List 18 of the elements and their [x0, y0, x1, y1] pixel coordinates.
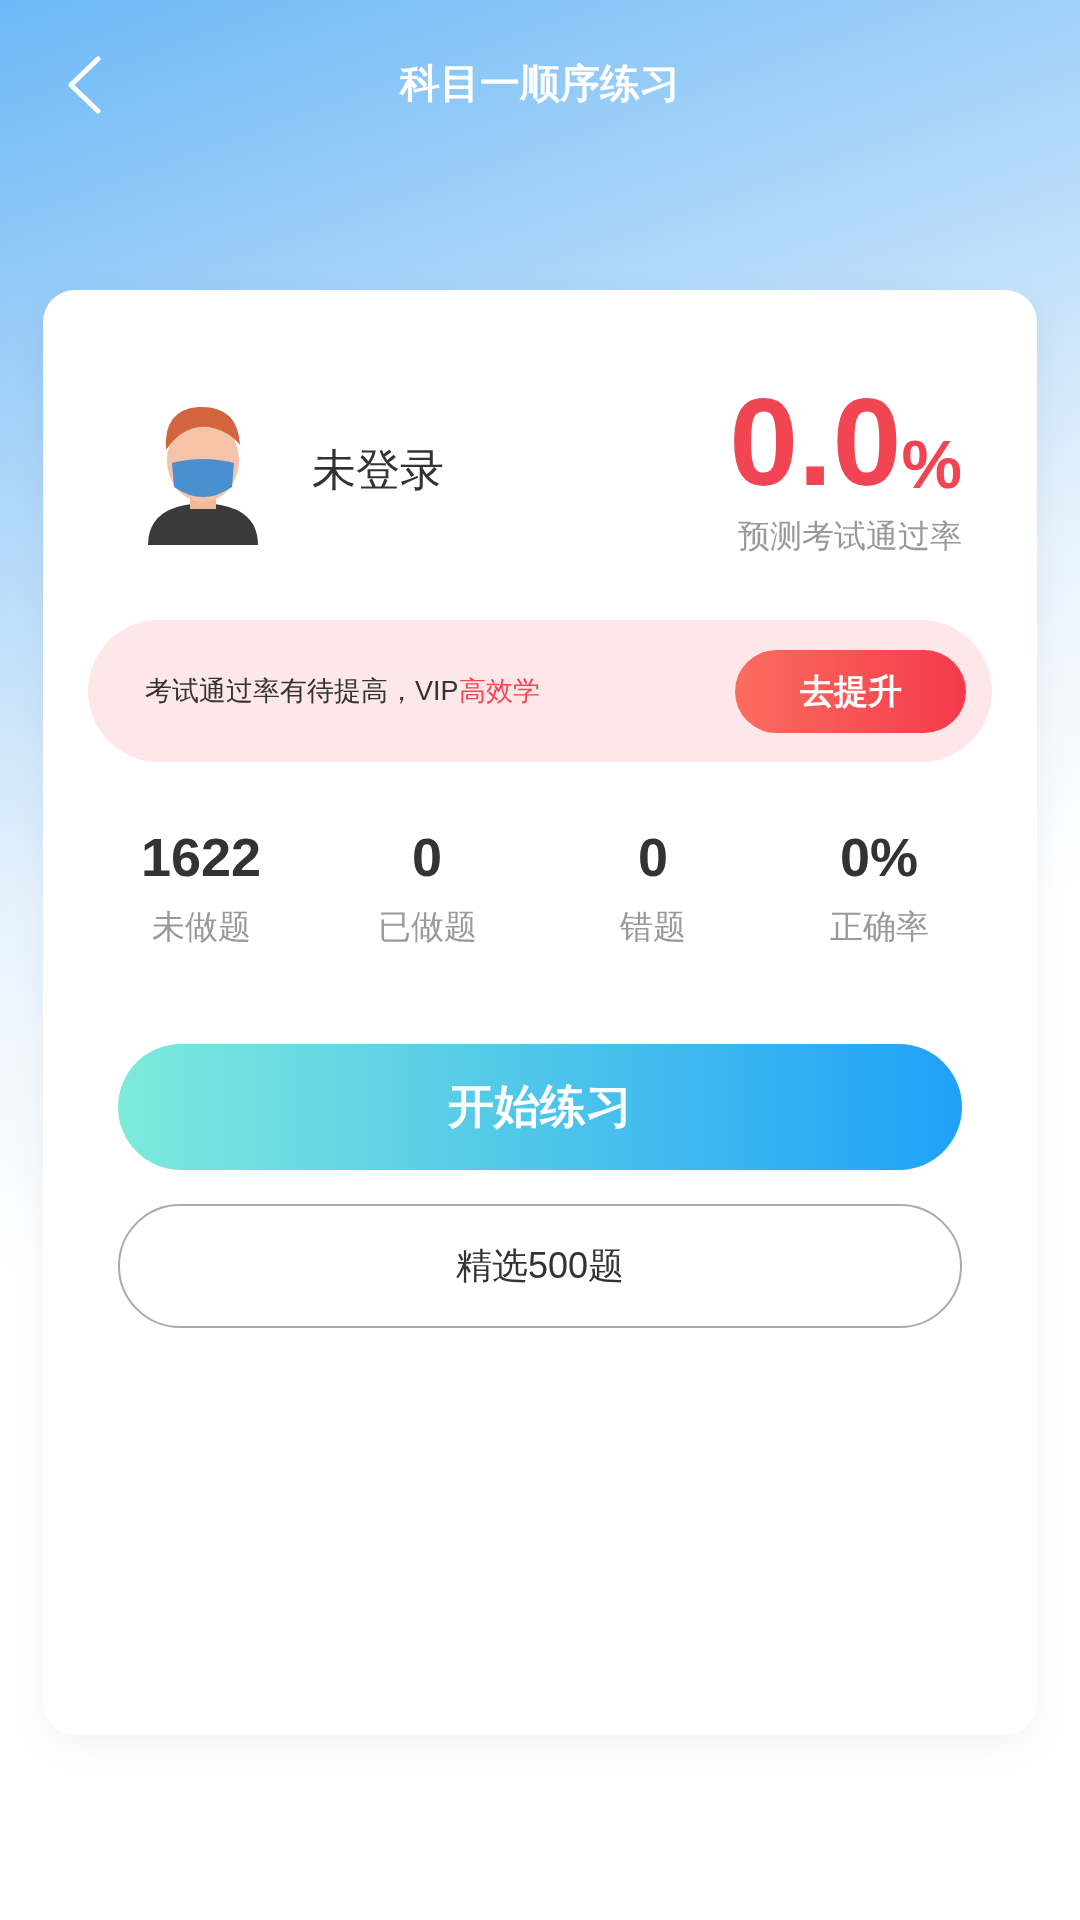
back-icon[interactable]	[66, 56, 102, 114]
pass-rate-label: 预测考试通过率	[738, 517, 962, 556]
stat-label: 未做题	[151, 907, 251, 947]
percent-sign: %	[901, 430, 962, 498]
selected-questions-button[interactable]: 精选500题	[118, 1203, 962, 1328]
stat-label: 错题	[620, 907, 686, 947]
start-practice-button[interactable]: 开始练习	[118, 1043, 962, 1170]
stat-label: 正确率	[829, 907, 929, 947]
stat-value: 0%	[839, 830, 918, 884]
stat-label: 已做题	[377, 907, 477, 947]
stat-value: 0	[637, 830, 668, 884]
stat-value: 1622	[140, 830, 262, 884]
pass-rate: 0.0	[729, 380, 902, 504]
user-name: 未登录	[312, 444, 444, 496]
page-title: 科目一顺序练习	[400, 60, 680, 107]
upgrade-button[interactable]: 去提升	[735, 649, 966, 733]
stat-value: 0	[411, 830, 442, 884]
upgrade-message: 考试通过率有待提高，VIP高效学	[145, 674, 540, 708]
